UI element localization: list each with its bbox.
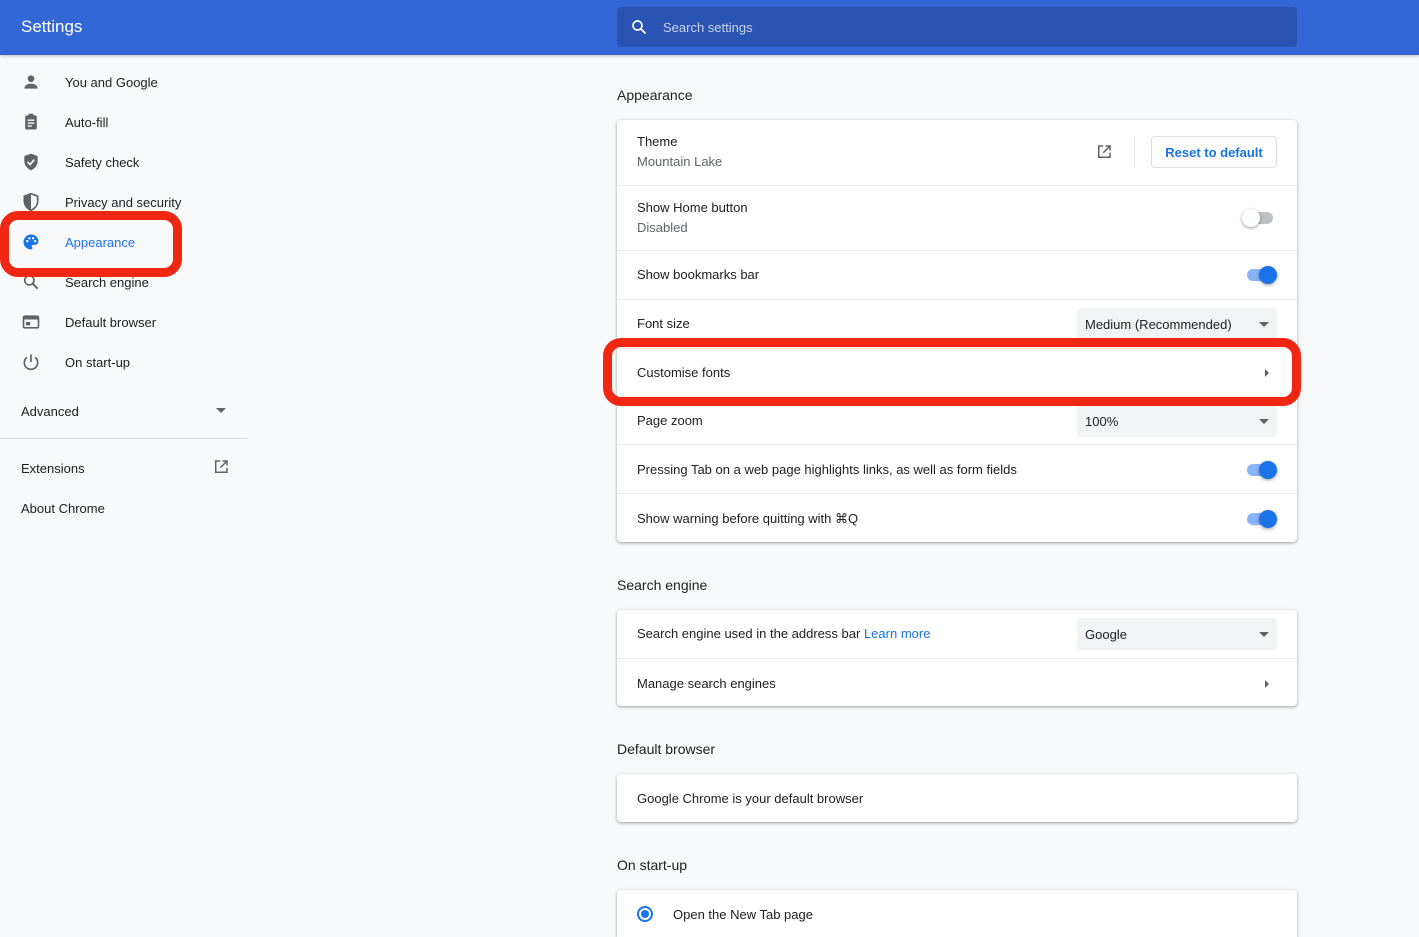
chevron-right-icon [1265, 369, 1269, 377]
font-size-select[interactable]: Medium (Recommended) [1077, 308, 1277, 340]
page-zoom-select[interactable]: 100% [1077, 405, 1277, 437]
chevron-down-icon [1259, 632, 1269, 637]
search-input[interactable] [663, 7, 1263, 47]
top-bar: Settings [0, 0, 1419, 55]
palette-icon [23, 234, 39, 250]
sidebar-item-label: Privacy and security [65, 195, 182, 210]
sidebar-item-appearance[interactable]: Appearance [0, 222, 247, 262]
browser-icon [22, 315, 40, 329]
sidebar-item-label: Appearance [65, 235, 136, 250]
search-engine-value: Google [1085, 627, 1127, 642]
chevron-down-icon [1259, 419, 1269, 424]
default-browser-card: Google Chrome is your default browser [617, 774, 1297, 822]
quit-warning-row[interactable]: Show warning before quitting with ⌘Q [617, 493, 1297, 542]
bookmarks-bar-toggle[interactable] [1245, 266, 1277, 284]
open-in-new-icon[interactable] [212, 458, 230, 476]
quit-warning-toggle[interactable] [1245, 510, 1277, 528]
page-zoom-value: 100% [1085, 414, 1119, 429]
search-icon [632, 20, 646, 34]
sidebar-item-label: Auto-fill [65, 115, 109, 130]
quit-warning-label: Show warning before quitting with ⌘Q [637, 511, 859, 526]
search-engine-used-label: Search engine used in the address bar [637, 626, 861, 641]
startup-option-row[interactable]: Open the New Tab page [617, 890, 1297, 937]
startup-card: Open the New Tab page [617, 890, 1297, 937]
section-title-on-startup: On start-up [617, 857, 688, 873]
search-box[interactable] [617, 7, 1297, 47]
clipboard-icon [25, 113, 37, 130]
sidebar-item-label: You and Google [65, 75, 158, 90]
home-button-row[interactable]: Show Home button Disabled [617, 185, 1297, 250]
bookmarks-bar-row[interactable]: Show bookmarks bar [617, 250, 1297, 299]
tab-highlight-label: Pressing Tab on a web page highlights li… [637, 462, 1017, 477]
font-size-value: Medium (Recommended) [1085, 317, 1232, 332]
sidebar-item-label: Safety check [65, 155, 140, 170]
sidebar-item-privacy[interactable]: Privacy and security [0, 182, 247, 222]
font-size-row: Font size Medium (Recommended) [617, 299, 1297, 348]
default-browser-row: Google Chrome is your default browser [617, 774, 1297, 822]
appearance-card: Theme Mountain Lake Reset to default Sho… [617, 120, 1297, 542]
sidebar-extensions[interactable]: Extensions [21, 461, 85, 476]
page-title: Settings [21, 17, 83, 36]
shield-check-icon [24, 153, 38, 171]
divider [1134, 136, 1135, 168]
search-engine-label: Search engine used in the address bar Le… [637, 626, 930, 641]
page-zoom-row: Page zoom 100% [617, 397, 1297, 444]
search-engine-row: Search engine used in the address bar Le… [617, 610, 1297, 658]
startup-option-new-tab: Open the New Tab page [673, 907, 813, 922]
sidebar-divider [0, 438, 247, 439]
search-icon [23, 274, 39, 290]
tab-highlight-row[interactable]: Pressing Tab on a web page highlights li… [617, 444, 1297, 493]
radio-selected[interactable] [637, 906, 653, 922]
reset-to-default-button[interactable]: Reset to default [1151, 136, 1277, 168]
search-engine-card: Search engine used in the address bar Le… [617, 610, 1297, 706]
search-engine-select[interactable]: Google [1077, 618, 1277, 650]
learn-more-link[interactable]: Learn more [864, 626, 930, 641]
theme-value: Mountain Lake [637, 154, 723, 169]
sidebar-item-label: On start-up [65, 355, 131, 370]
chevron-right-icon [1265, 680, 1269, 688]
section-title-default-browser: Default browser [617, 741, 716, 757]
chevron-down-icon[interactable] [216, 408, 226, 413]
sidebar-advanced[interactable]: Advanced [21, 404, 79, 419]
open-in-new-icon[interactable] [1095, 143, 1113, 161]
person-icon [24, 75, 38, 89]
power-icon [23, 354, 39, 371]
sidebar-about-chrome[interactable]: About Chrome [21, 501, 105, 516]
manage-search-engines-label: Manage search engines [637, 676, 776, 691]
default-browser-status: Google Chrome is your default browser [637, 791, 864, 806]
sidebar-item-label: Default browser [65, 315, 157, 330]
page-zoom-label: Page zoom [637, 413, 703, 428]
sidebar-item-default-browser[interactable]: Default browser [0, 302, 247, 342]
font-size-label: Font size [637, 316, 690, 331]
sidebar-item-on-startup[interactable]: On start-up [0, 342, 247, 382]
section-title-search-engine: Search engine [617, 577, 708, 593]
theme-row: Theme Mountain Lake Reset to default [617, 120, 1297, 185]
bookmarks-bar-label: Show bookmarks bar [637, 267, 760, 282]
manage-search-engines-row[interactable]: Manage search engines [617, 658, 1297, 706]
sidebar-item-safety-check[interactable]: Safety check [0, 142, 247, 182]
home-button-label: Show Home button [637, 200, 748, 215]
tab-highlight-toggle[interactable] [1245, 461, 1277, 479]
sidebar-item-label: Search engine [65, 275, 149, 290]
shield-half-icon [23, 192, 39, 212]
customise-fonts-row[interactable]: Customise fonts [617, 348, 1297, 397]
sidebar-item-search-engine[interactable]: Search engine [0, 262, 247, 302]
sidebar-item-you-and-google[interactable]: You and Google [0, 62, 247, 102]
theme-label: Theme [637, 134, 678, 149]
section-title-appearance: Appearance [617, 87, 693, 103]
chevron-down-icon [1259, 322, 1269, 327]
customise-fonts-label: Customise fonts [637, 365, 731, 380]
home-button-value: Disabled [637, 220, 688, 235]
home-button-toggle[interactable] [1242, 209, 1277, 227]
sidebar-item-autofill[interactable]: Auto-fill [0, 102, 247, 142]
